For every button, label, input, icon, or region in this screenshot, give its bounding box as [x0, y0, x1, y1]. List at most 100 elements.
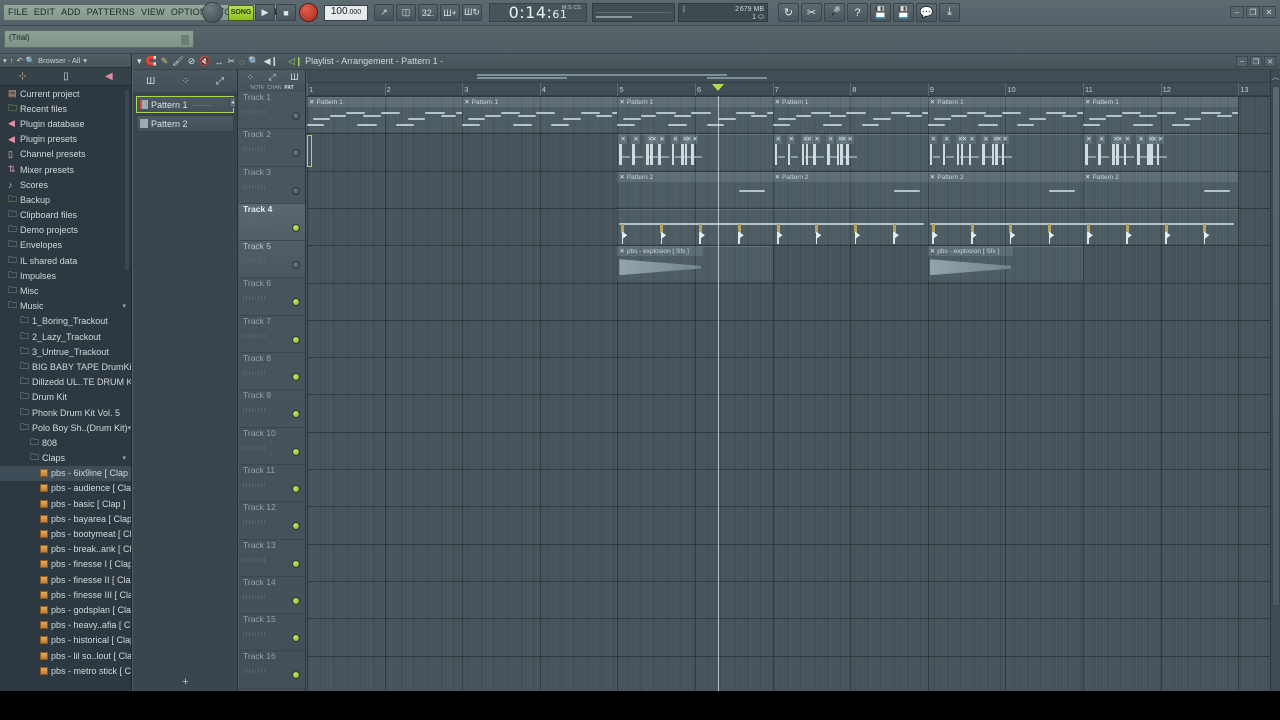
help-icon[interactable]: ? [847, 3, 868, 22]
track-header[interactable]: Track 16 [239, 651, 305, 689]
browser-item[interactable]: 🗀 Clipboard files [0, 208, 131, 223]
browser-item[interactable]: ◀ Plugin presets [0, 132, 131, 147]
paint-brush-icon[interactable]: 🖌 [172, 56, 183, 67]
playlist-vertical-scrollbar[interactable]: ︿ [1270, 70, 1280, 691]
playlist-clip[interactable]: ✕ Pattern 1 [772, 97, 928, 133]
picker-collapse-button[interactable]: ◂ [229, 97, 236, 108]
project-title-field[interactable]: (Trial) [4, 30, 194, 48]
browser-item[interactable]: 🗀 Impulses [0, 268, 131, 283]
playlist-clip[interactable]: ✕ Pattern 2 [772, 171, 928, 207]
slip-icon[interactable]: ↔ [215, 57, 224, 67]
clip-close-icon[interactable]: ✕ [464, 99, 469, 106]
pattern-list-item[interactable]: Pattern 1 [136, 96, 234, 113]
track-header[interactable]: Track 2 [239, 129, 305, 167]
picker-filter-wave-icon[interactable]: ⁘ [246, 72, 254, 83]
track-header[interactable]: Track 6 [239, 278, 305, 316]
browser-item[interactable]: 🗀 Drum Kit [0, 390, 131, 405]
track-header[interactable]: Track 3 [239, 167, 305, 204]
playlist-clip[interactable]: ✕ Pattern 1 [1083, 97, 1239, 133]
picker-wave-icon[interactable]: ⁘ [181, 76, 189, 87]
expand-chevron-down-icon[interactable]: ▾ [122, 454, 126, 462]
browser-item[interactable]: pbs - basic [ Clap ] [0, 496, 131, 511]
loop-record-icon[interactable]: Ш↻ [462, 4, 482, 21]
browser-item[interactable]: pbs - bootymeat [ Clap ] [0, 526, 131, 541]
save-icon[interactable]: 💾 [870, 3, 891, 22]
delete-icon[interactable]: ⊘ [188, 56, 196, 67]
tempo-display[interactable]: 100.000 [324, 4, 368, 21]
picker-filter-piano-icon[interactable]: Ш [290, 72, 298, 83]
microphone-icon[interactable]: 🎤 [824, 3, 845, 22]
menu-item-add[interactable]: ADD [61, 5, 81, 20]
playlist-close-button[interactable]: ✕ [1264, 56, 1276, 67]
clip-close-icon[interactable]: ✕ [775, 99, 780, 106]
browser-item[interactable]: ⇅ Mixer presets [0, 162, 131, 177]
picker-piano-icon[interactable]: Ш [146, 76, 155, 87]
browser-item[interactable]: pbs - bayarea [ Clap ] [0, 511, 131, 526]
browser-item[interactable]: 🗀 IL shared data [0, 253, 131, 268]
playlist-clip[interactable]: ✕ Pattern 1 [927, 97, 1083, 133]
clip-close-icon[interactable]: ✕ [1085, 99, 1090, 106]
clip-close-icon[interactable]: ✕ [775, 174, 780, 181]
browser-item[interactable]: pbs - audience [ Clap ] [0, 481, 131, 496]
clip-close-icon[interactable]: ✕ [309, 99, 314, 106]
menu-item-view[interactable]: VIEW [141, 5, 165, 20]
browser-item[interactable]: 🗀 1_Boring_Trackout [0, 314, 131, 329]
grid-selection-marker[interactable] [307, 135, 312, 167]
playlist-clip[interactable]: ✕ Pattern 2 [617, 171, 773, 207]
browser-item[interactable]: pbs - finesse II [ Clap ] [0, 572, 131, 587]
track-enable-led[interactable] [292, 596, 300, 605]
playlist-menu-chevron-down-icon[interactable]: ▾ [137, 56, 142, 67]
track-enable-led[interactable] [292, 559, 300, 568]
browser-item[interactable]: pbs - finesse III [ Clap ] [0, 587, 131, 602]
playlist-minimize-button[interactable]: – [1236, 56, 1248, 67]
track-header[interactable]: Track 14 [239, 577, 305, 615]
scrollbar-thumb[interactable] [1272, 86, 1280, 606]
minimize-button[interactable]: – [1230, 6, 1244, 18]
playlist-clip[interactable]: ✕ Pattern 2 [1083, 171, 1239, 207]
browser-item[interactable]: 🗀 808 [0, 435, 131, 450]
browser-item[interactable]: ◀ Plugin database [0, 116, 131, 131]
track-enable-led[interactable] [292, 484, 300, 493]
browser-item[interactable]: 🗀 Misc [0, 283, 131, 298]
track-header[interactable]: Track 7 [239, 316, 305, 354]
save-as-icon[interactable]: 💾 [893, 3, 914, 22]
browser-item[interactable]: ▯ Channel presets [0, 147, 131, 162]
tab-files[interactable]: ▯ [63, 71, 69, 82]
countdown-icon[interactable]: Ш+ [440, 4, 460, 21]
browser-filter-chevron-down-icon[interactable]: ▾ [83, 56, 87, 65]
clip-close-icon[interactable]: ✕ [930, 174, 935, 181]
stop-button[interactable]: ■ [276, 4, 296, 21]
browser-item[interactable]: pbs - metro stick [ Clap ] [0, 663, 131, 678]
browser-up-icon[interactable]: ↑ [10, 56, 14, 65]
select-icon[interactable]: ◌ [239, 57, 244, 67]
browser-item[interactable]: 🗀 Demo projects [0, 223, 131, 238]
browser-item[interactable]: 🗀 Dillzedd UL..TE DRUM KIT [0, 375, 131, 390]
browser-item[interactable]: pbs - godsplan [ Clap ] [0, 602, 131, 617]
expand-chevron-down-icon[interactable]: ▾ [128, 424, 131, 432]
browser-item[interactable]: pbs - break..ank [ Clap ] [0, 542, 131, 557]
playlist-clip[interactable]: ✕ Pattern 1 [617, 97, 773, 133]
browser-item[interactable]: pbs - heavy..afia [ Clap ] [0, 618, 131, 633]
clip-close-icon[interactable]: ✕ [930, 99, 935, 106]
scroll-up-icon[interactable]: ︿ [1272, 72, 1279, 82]
track-enable-led[interactable] [292, 447, 300, 456]
track-enable-led[interactable] [292, 149, 300, 158]
browser-item[interactable]: pbs - lil so..lout [ Clap ] [0, 648, 131, 663]
playhead-marker[interactable] [712, 84, 725, 91]
playlist-grid[interactable]: ✕ Pattern 1 ✕ Pattern 1 ✕ Pattern 1 ✕ Pattern 1… [307, 96, 1270, 691]
browser-item[interactable]: 🗀 Claps ▾ [0, 451, 131, 466]
playlist-clip[interactable]: ✕ ✕ ✕ ✕ ✕ ✕ ✕ ✕ ✕ [617, 134, 773, 170]
clip-close-icon[interactable]: ✕ [930, 248, 935, 255]
track-enable-led[interactable] [292, 112, 300, 120]
browser-item[interactable]: 🗀 2_Lazy_Trackout [0, 329, 131, 344]
browser-item[interactable]: 🗀 Phonk Drum Kit Vol. 5 [0, 405, 131, 420]
download-icon[interactable]: ⤓ [939, 3, 960, 22]
browser-item[interactable]: 🗀 Polo Boy Sh..(Drum Kit) ▾ [0, 420, 131, 435]
browser-item[interactable]: 🗀 Recent files [0, 101, 131, 116]
clip-close-icon[interactable]: ✕ [619, 174, 624, 181]
clip-close-icon[interactable]: ✕ [619, 248, 624, 255]
time-display[interactable]: 0:14:61 M:S:CS [489, 3, 587, 22]
track-enable-led[interactable] [292, 373, 300, 382]
browser-menu-chevron-down-icon[interactable]: ▾ [3, 56, 7, 65]
track-enable-led[interactable] [292, 671, 300, 680]
